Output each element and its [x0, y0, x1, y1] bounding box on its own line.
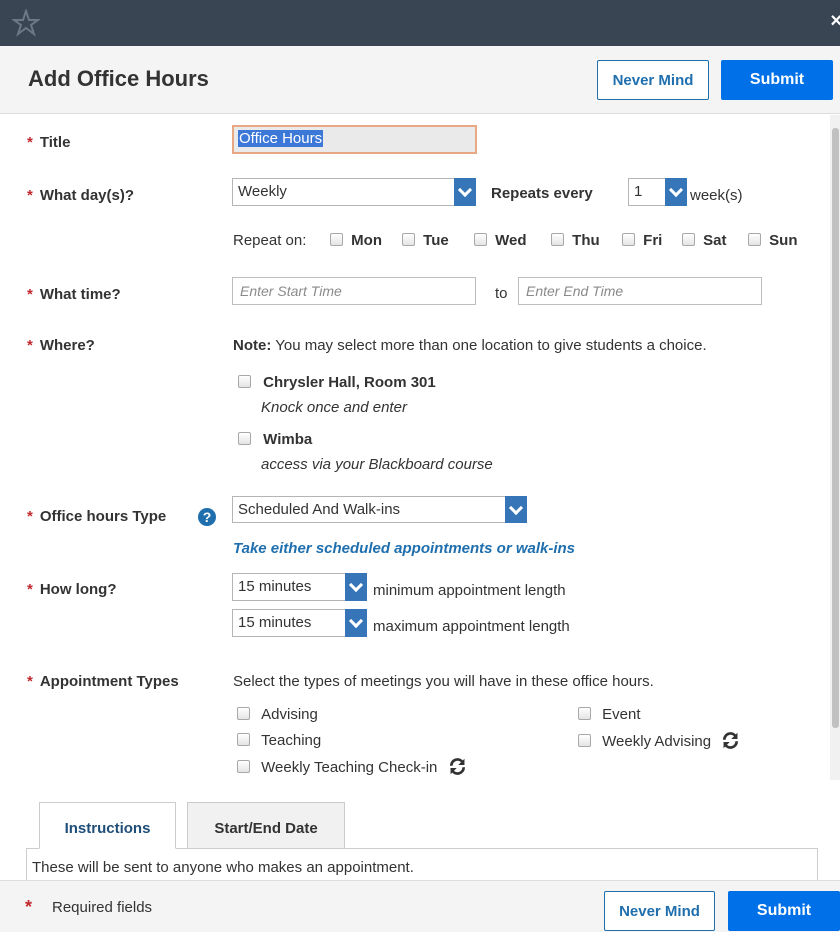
app-logo-icon [12, 9, 40, 37]
checkbox-icon[interactable] [622, 233, 635, 246]
end-time-input[interactable]: Enter End Time [518, 277, 762, 305]
checkbox-icon[interactable] [237, 707, 250, 720]
page-title: Add Office Hours [28, 66, 209, 91]
checkbox-icon[interactable] [238, 375, 251, 388]
office-hours-type-select[interactable]: Scheduled And Walk-ins [232, 496, 527, 523]
weekday-sun[interactable]: Sun [748, 232, 798, 249]
checkbox-icon[interactable] [551, 233, 564, 246]
appointment-type-weekly-teaching[interactable]: Weekly Teaching Check-in [237, 758, 467, 776]
svg-text:?: ? [203, 509, 212, 525]
location-chrysler-hall[interactable]: Chrysler Hall, Room 301 [238, 374, 436, 391]
tab-start-end-date[interactable]: Start/End Date [187, 802, 345, 848]
instructions-text: These will be sent to anyone who makes a… [32, 859, 414, 876]
required-asterisk-icon: * [27, 286, 33, 303]
chevron-down-icon [505, 496, 527, 523]
start-time-input[interactable]: Enter Start Time [232, 277, 476, 305]
checkbox-icon[interactable] [682, 233, 695, 246]
weekday-tue[interactable]: Tue [402, 232, 449, 249]
checkbox-icon[interactable] [578, 734, 591, 747]
frequency-select[interactable]: Weekly [232, 178, 476, 206]
office-hours-type-value: Scheduled And Walk-ins [238, 501, 401, 518]
min-length-value: 15 minutes [238, 578, 312, 595]
days-field-label: * What day(s)? [27, 187, 135, 204]
repeats-every-label: Repeats every [491, 185, 593, 202]
location-detail: Knock once and enter [261, 399, 407, 416]
appointment-types-label: * Appointment Types [27, 673, 179, 690]
checkbox-icon[interactable] [237, 733, 250, 746]
location-detail: access via your Blackboard course [261, 456, 493, 473]
title-input-value: Office Hours [238, 130, 324, 147]
chevron-down-icon [345, 573, 367, 601]
window-titlebar: × [0, 0, 840, 46]
title-input[interactable]: Office Hours [232, 125, 477, 154]
office-hours-type-label: * Office hours Type [27, 508, 167, 525]
required-asterisk-icon: * [27, 134, 33, 151]
where-note: Note: You may select more than one locat… [233, 337, 707, 354]
repeats-interval-select[interactable]: 1 [628, 178, 687, 206]
location-wimba[interactable]: Wimba [238, 431, 312, 448]
close-icon[interactable]: × [830, 10, 840, 33]
appointment-type-advising[interactable]: Advising [237, 706, 318, 723]
office-hours-type-description: Take either scheduled appointments or wa… [233, 540, 576, 557]
where-field-label: * Where? [27, 337, 95, 354]
scrollbar-thumb[interactable] [832, 128, 839, 728]
max-length-value: 15 minutes [238, 614, 312, 631]
footer-submit-button[interactable]: Submit [728, 891, 840, 931]
frequency-select-value: Weekly [238, 183, 287, 200]
repeat-on-label: Repeat on: [233, 232, 307, 249]
weekday-sat[interactable]: Sat [682, 232, 727, 249]
title-field-label: * Title [27, 134, 71, 151]
checkbox-icon[interactable] [238, 432, 251, 445]
appointment-type-event[interactable]: Event [578, 706, 641, 723]
repeats-interval-value: 1 [634, 183, 643, 200]
max-length-select[interactable]: 15 minutes [232, 609, 367, 637]
required-asterisk-icon: * [27, 673, 33, 690]
checkbox-icon[interactable] [578, 707, 591, 720]
required-fields-note: Required fields [52, 899, 153, 916]
footer-never-mind-button[interactable]: Never Mind [604, 891, 715, 931]
chevron-down-icon [454, 178, 476, 206]
required-asterisk-icon: * [27, 337, 33, 354]
required-asterisk-icon: * [27, 187, 33, 204]
checkbox-icon[interactable] [330, 233, 343, 246]
instructions-textarea[interactable]: These will be sent to anyone who makes a… [26, 849, 818, 880]
tab-instructions[interactable]: Instructions [39, 802, 176, 849]
required-asterisk-icon: * [25, 897, 33, 917]
min-length-text: minimum appointment length [373, 582, 566, 599]
recurring-icon [723, 732, 739, 749]
weekday-wed[interactable]: Wed [474, 232, 527, 249]
time-to-label: to [495, 285, 508, 302]
appointment-type-teaching[interactable]: Teaching [237, 732, 321, 749]
weekday-mon[interactable]: Mon [330, 232, 382, 249]
checkbox-icon[interactable] [748, 233, 761, 246]
form-content[interactable]: * Title Office Hours * What day(s)? Weekly… [0, 115, 830, 780]
checkbox-icon[interactable] [237, 760, 250, 773]
appointment-types-intro: Select the types of meetings you will ha… [233, 673, 654, 690]
required-asterisk-icon: * [27, 581, 33, 598]
min-length-select[interactable]: 15 minutes [232, 573, 367, 601]
chevron-down-icon [345, 609, 367, 637]
checkbox-icon[interactable] [474, 233, 487, 246]
repeats-unit-label: week(s) [690, 187, 743, 204]
dialog-header: Add Office Hours Never Mind Submit [0, 46, 840, 114]
chevron-down-icon [665, 178, 687, 206]
time-field-label: * What time? [27, 286, 121, 303]
weekday-thu[interactable]: Thu [551, 232, 600, 249]
required-asterisk-icon: * [27, 508, 33, 525]
recurring-icon [449, 758, 465, 775]
max-length-text: maximum appointment length [373, 618, 570, 635]
weekday-fri[interactable]: Fri [622, 232, 662, 249]
help-icon[interactable]: ? [197, 507, 217, 527]
dialog-footer: * Required fields Never Mind Submit [0, 880, 840, 932]
never-mind-button[interactable]: Never Mind [597, 60, 709, 100]
checkbox-icon[interactable] [402, 233, 415, 246]
appointment-type-weekly-advising[interactable]: Weekly Advising [578, 732, 740, 750]
how-long-label: * How long? [27, 581, 117, 598]
submit-button[interactable]: Submit [721, 60, 833, 100]
